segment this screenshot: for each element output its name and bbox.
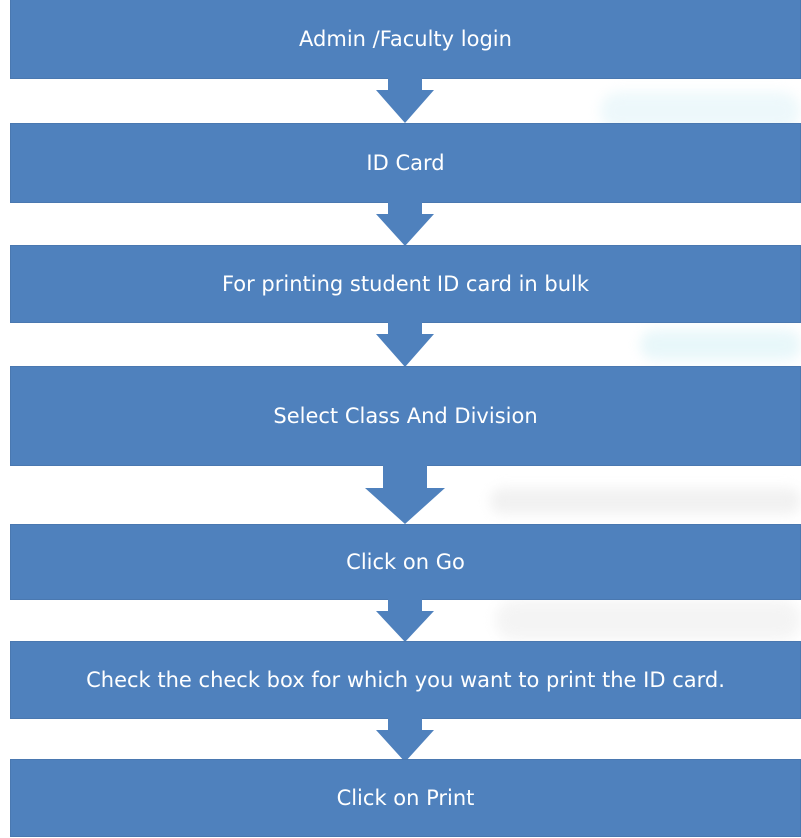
down-arrow-icon <box>376 78 434 123</box>
step-click-on-print: Click on Print <box>10 759 801 837</box>
step-printing-bulk: For printing student ID card in bulk <box>10 245 801 323</box>
step-label: Click on Go <box>346 550 465 574</box>
background-smudge <box>640 330 801 360</box>
step-admin-faculty-login: Admin /Faculty login <box>10 0 801 79</box>
step-label: Select Class And Division <box>273 404 538 428</box>
step-id-card: ID Card <box>10 123 801 203</box>
step-label: Click on Print <box>336 786 475 810</box>
step-label: ID Card <box>366 151 445 175</box>
background-smudge <box>495 600 801 640</box>
step-check-checkbox: Check the check box for which you want t… <box>10 641 801 719</box>
down-arrow-icon <box>365 464 445 524</box>
step-click-on-go: Click on Go <box>10 524 801 600</box>
background-smudge <box>490 488 801 514</box>
step-select-class-division: Select Class And Division <box>10 366 801 466</box>
down-arrow-icon <box>376 321 434 367</box>
step-label: Admin /Faculty login <box>299 27 512 51</box>
step-label: For printing student ID card in bulk <box>221 272 590 296</box>
step-label: Check the check box for which you want t… <box>86 668 725 692</box>
